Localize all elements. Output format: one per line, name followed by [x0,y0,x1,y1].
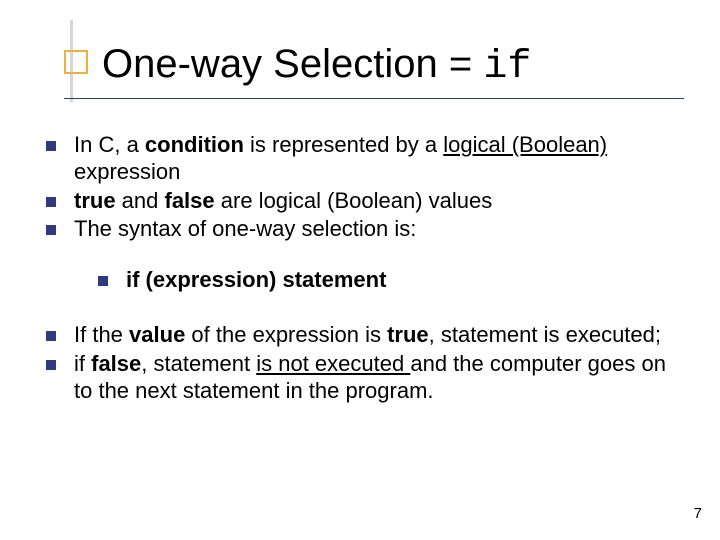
t: , statement [141,351,256,376]
square-bullet-icon [98,276,108,286]
t: if [74,351,91,376]
square-bullet-icon [46,360,56,370]
t: true [387,322,429,347]
t: are logical (Boolean) values [215,188,493,213]
bullet-text: In C, a condition is represented by a lo… [74,132,680,186]
t: If the [74,322,129,347]
title-square-accent [64,50,88,74]
list-item: If the value of the expression is true, … [46,322,680,349]
t: In C, a [74,132,145,157]
t: expression [74,159,180,184]
bullet-text: true and false are logical (Boolean) val… [74,188,680,215]
list-item: true and false are logical (Boolean) val… [46,188,680,215]
bullet-text: If the value of the expression is true, … [74,322,680,349]
title-code: if [483,45,531,90]
bullet-text: if (expression) statement [126,267,680,294]
title-prefix: One-way Selection = [102,42,483,86]
slide-title: One-way Selection = if [102,42,531,90]
t: if (expression) statement [126,267,386,292]
list-item-sub: if (expression) statement [46,267,680,294]
list-item: The syntax of one-way selection is: [46,216,680,243]
square-bullet-icon [46,197,56,207]
page-number: 7 [694,505,702,522]
content-area: In C, a condition is represented by a lo… [46,132,680,407]
list-item: In C, a condition is represented by a lo… [46,132,680,186]
t: logical (Boolean) [443,132,607,157]
bullet-text: The syntax of one-way selection is: [74,216,680,243]
t: and [116,188,165,213]
t: is represented by a [244,132,443,157]
t: of the expression is [185,322,387,347]
list-item: if false, statement is not executed and … [46,351,680,405]
title-underline [64,98,684,99]
t: false [91,351,141,376]
bullet-text: if false, statement is not executed and … [74,351,680,405]
square-bullet-icon [46,141,56,151]
t: false [165,188,215,213]
t: condition [145,132,244,157]
square-bullet-icon [46,331,56,341]
spacer [46,245,680,267]
t: true [74,188,116,213]
t: value [129,322,185,347]
t: is not executed [256,351,410,376]
square-bullet-icon [46,225,56,235]
spacer [46,296,680,322]
t: , statement is executed; [429,322,661,347]
